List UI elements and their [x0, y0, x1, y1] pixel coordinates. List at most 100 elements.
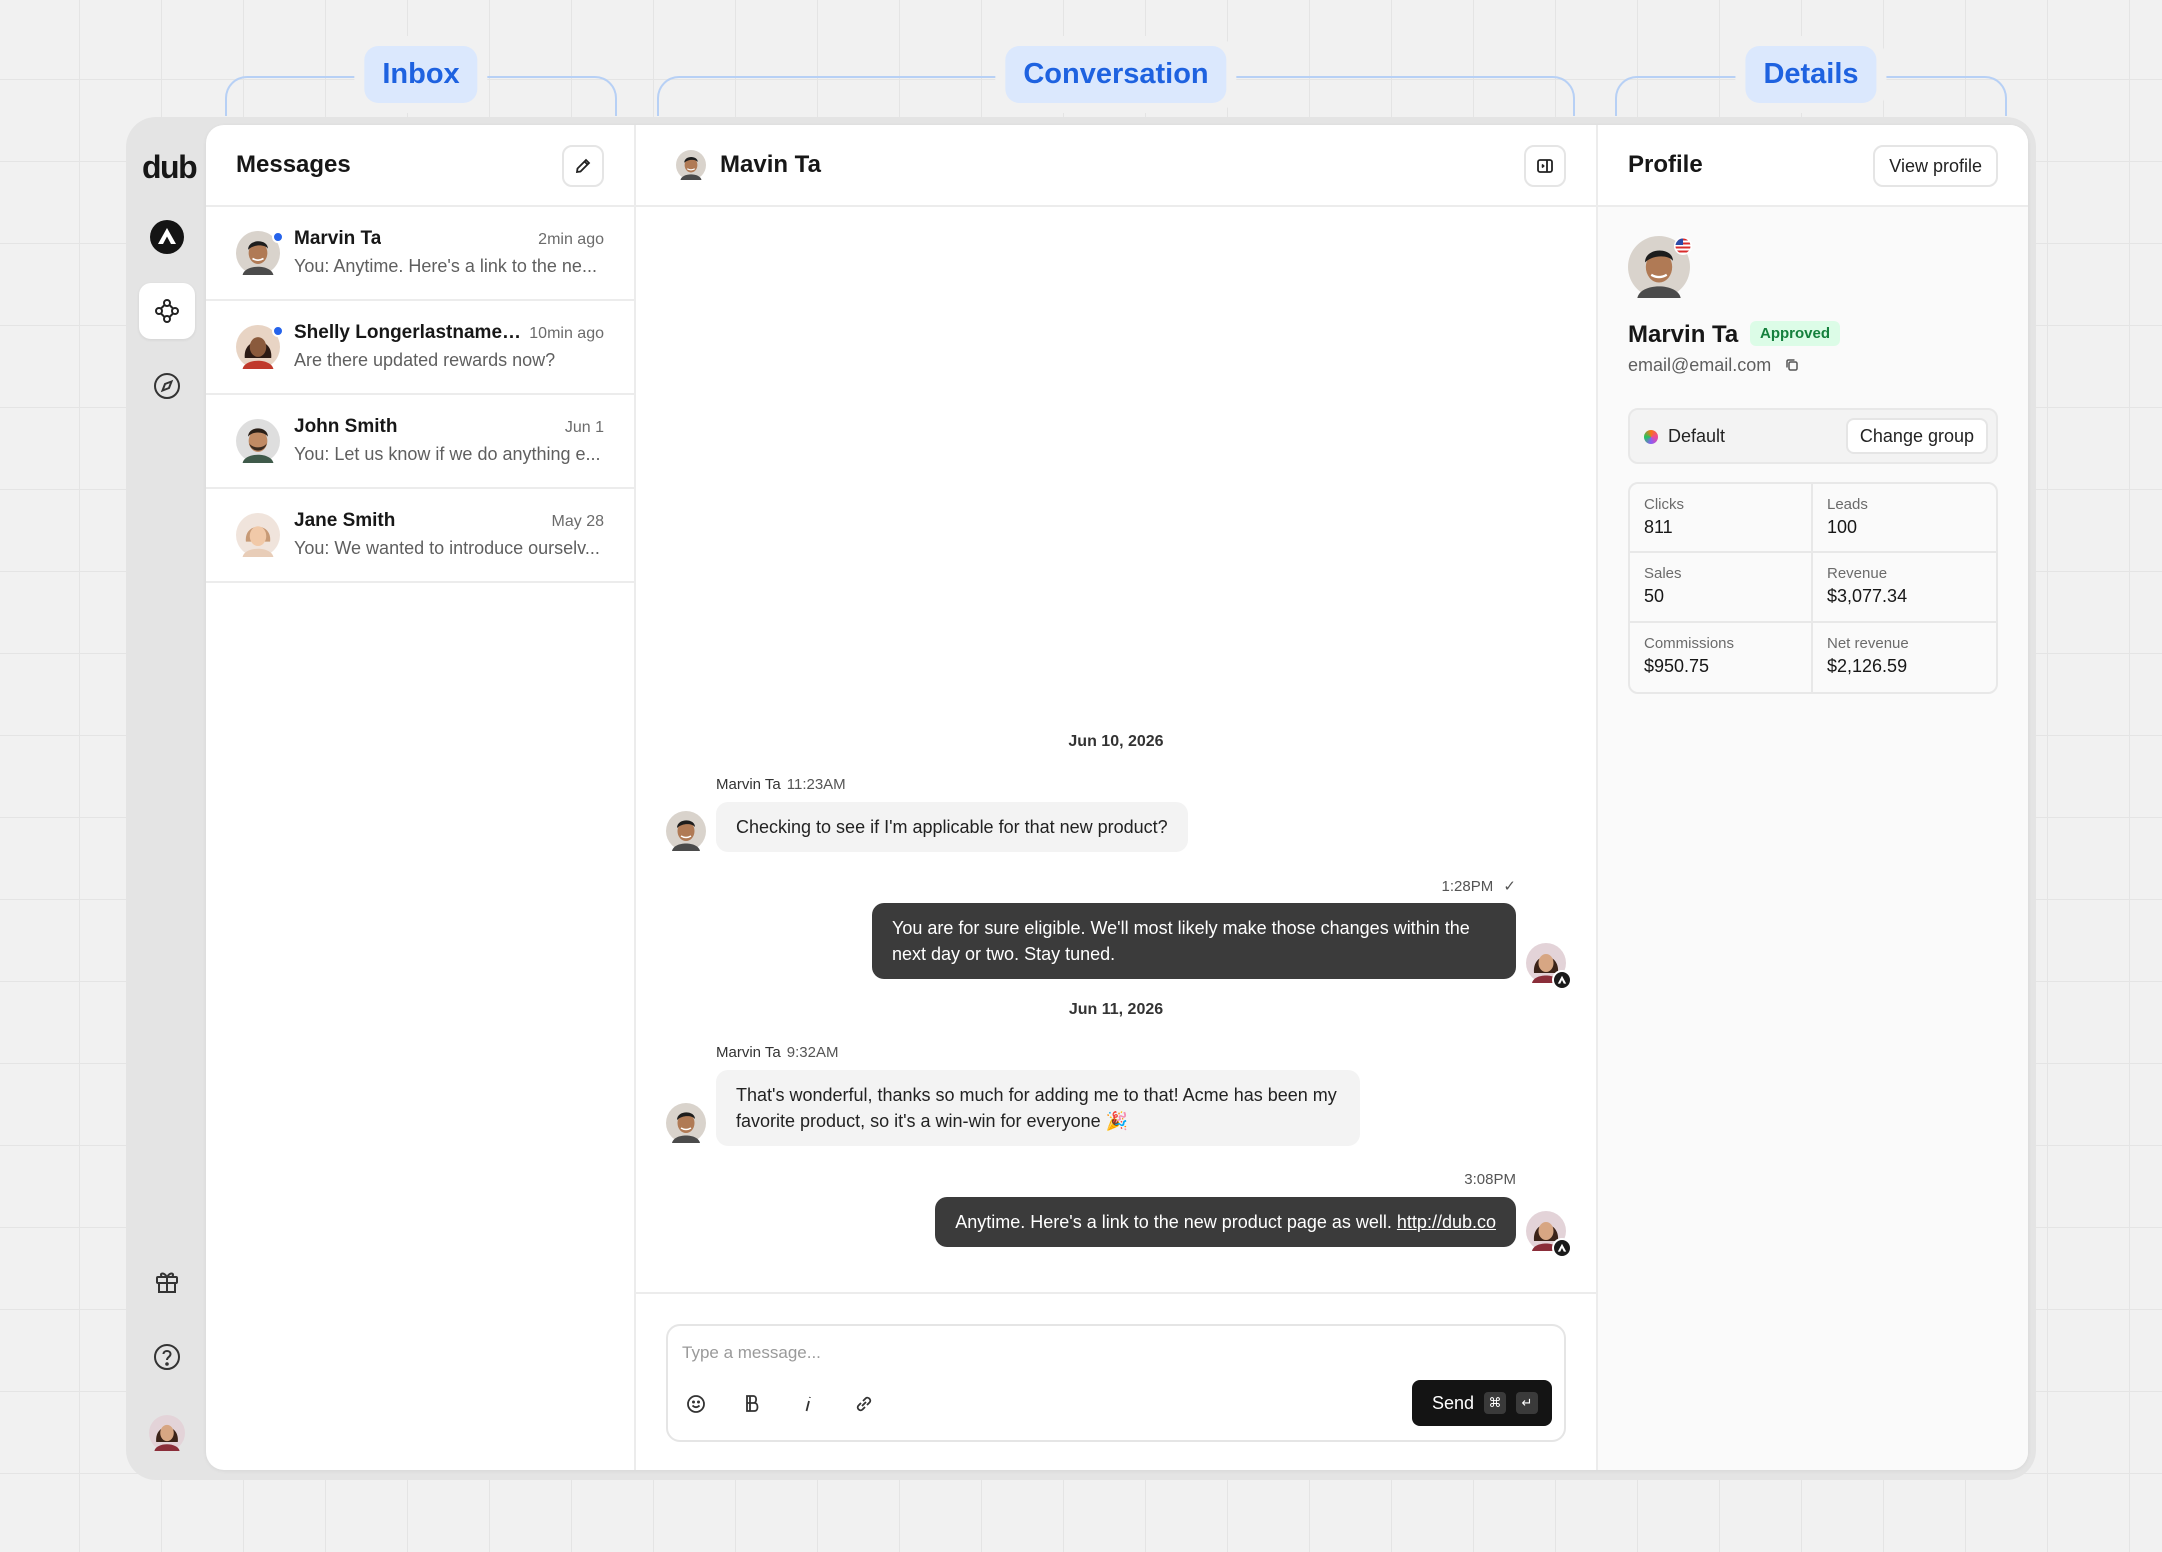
- stat-value: 100: [1827, 517, 1858, 537]
- inbox-title: Messages: [236, 151, 351, 178]
- stats-grid: Clicks 811 Leads 100 Sales 50 Revenue $3,077…: [1628, 482, 1998, 694]
- profile-email: email@email.com: [1628, 355, 1800, 376]
- stat-clicks: Clicks 811: [1630, 484, 1813, 554]
- contact-avatar: [236, 513, 280, 557]
- pencil-icon: [575, 158, 591, 174]
- group-name: Default: [1668, 426, 1726, 446]
- italic-icon[interactable]: [790, 1386, 826, 1422]
- conversation-item[interactable]: John Smith Jun 1 You: Let us know if we …: [206, 395, 634, 489]
- inbox-column: Messages Marvin Ta 2min ago You: Anytime…: [206, 125, 636, 1470]
- conversation-preview: You: Let us know if we do anything e...: [294, 444, 601, 464]
- profile-email-text: email@email.com: [1628, 355, 1772, 375]
- compass-icon[interactable]: [139, 358, 195, 414]
- incoming-message: That's wonderful, thanks so much for add…: [716, 1070, 1360, 1146]
- unread-dot: [272, 231, 284, 243]
- message-sender: Marvin Ta: [716, 776, 781, 793]
- message-time: 1:28PM: [1441, 878, 1494, 895]
- conversation-preview: You: Anytime. Here's a link to the ne...: [294, 256, 597, 276]
- toggle-details-button[interactable]: [1524, 145, 1566, 187]
- stat-sales: Sales 50: [1630, 553, 1813, 623]
- stat-label: Revenue: [1827, 565, 1888, 583]
- contact-name: Shelly Longerlastnamelik...: [294, 322, 524, 343]
- stat-value: $950.75: [1644, 655, 1710, 676]
- date-separator: Jun 11, 2026: [1068, 1001, 1164, 1018]
- conversation-header: Mavin Ta: [636, 125, 1596, 207]
- conversation-avatar: [676, 150, 706, 180]
- message-input[interactable]: [682, 1338, 1282, 1368]
- message-time: 3:08PM: [1464, 1171, 1516, 1188]
- contact-avatar: [236, 419, 280, 463]
- link-icon[interactable]: [846, 1386, 882, 1422]
- conversation-time: Jun 1: [564, 419, 604, 436]
- group-selector: Default Change group: [1628, 408, 1998, 464]
- view-profile-button[interactable]: View profile: [1873, 145, 1998, 187]
- send-button[interactable]: Send ⌘ ↵: [1411, 1380, 1552, 1426]
- contact-name: Jane Smith: [294, 510, 396, 531]
- inbox-annotation: Inbox: [225, 46, 617, 116]
- change-group-button[interactable]: Change group: [1845, 418, 1988, 454]
- message-time: 11:23AM: [786, 776, 846, 793]
- details-annotation: Details: [1615, 46, 2007, 116]
- partners-network-icon[interactable]: [139, 283, 195, 339]
- contact-name: Marvin Ta: [294, 228, 382, 249]
- message-meta: 1:28PM ✓: [1442, 877, 1516, 895]
- bold-icon[interactable]: [734, 1386, 770, 1422]
- outgoing-message: You are for sure eligible. We'll most li…: [872, 903, 1516, 979]
- stat-value: $2,126.59: [1827, 655, 1908, 676]
- help-icon[interactable]: [139, 1329, 195, 1385]
- conversation-item[interactable]: Jane Smith May 28 You: We wanted to intr…: [206, 489, 634, 583]
- app-window: dub Messages Marvin Ta 2min ago You: Any…: [126, 117, 2036, 1480]
- status-badge: Approved: [1750, 321, 1841, 346]
- group-color-icon: [1644, 430, 1658, 444]
- stat-commissions: Commissions $950.75: [1630, 622, 1813, 692]
- sender-avatar: [666, 1103, 706, 1143]
- workspace-icon[interactable]: [139, 209, 195, 265]
- acme-badge-icon: [1552, 970, 1572, 990]
- conversation-column: Mavin Ta Jun 10, 2026 Marvin Ta 11:23AM C…: [636, 125, 1598, 1470]
- conversation-time: 10min ago: [529, 325, 604, 342]
- command-key-icon: ⌘: [1484, 1392, 1506, 1414]
- outgoing-message-text: Anytime. Here's a link to the new produc…: [955, 1212, 1392, 1232]
- stat-value: 811: [1644, 517, 1673, 537]
- emoji-icon[interactable]: [678, 1386, 714, 1422]
- inbox-header: Messages: [206, 125, 634, 207]
- details-annotation-label: Details: [1745, 46, 1877, 103]
- sidebar-panel-icon: [1537, 159, 1553, 173]
- enter-key-icon: ↵: [1516, 1392, 1538, 1414]
- inbox-annotation-label: Inbox: [364, 46, 478, 103]
- send-label: Send: [1431, 1392, 1474, 1413]
- dub-logo[interactable]: dub: [142, 149, 198, 186]
- conversation-time: 2min ago: [538, 231, 604, 248]
- stat-label: Leads: [1827, 496, 1868, 513]
- conversation-item[interactable]: Shelly Longerlastnamelik... 10min ago Ar…: [206, 301, 634, 395]
- compose-button[interactable]: [562, 145, 604, 187]
- stat-revenue: Revenue $3,077.34: [1813, 553, 1996, 623]
- incoming-message: Checking to see if I'm applicable for th…: [716, 802, 1188, 852]
- conversation-time: May 28: [551, 513, 604, 530]
- sidebar-rail: dub: [126, 117, 206, 1480]
- user-avatar[interactable]: [139, 1405, 195, 1461]
- details-header: Profile View profile: [1598, 125, 2028, 207]
- conversation-annotation-label: Conversation: [1005, 46, 1227, 103]
- stat-leads: Leads 100: [1813, 484, 1996, 554]
- profile-name: Marvin Ta: [1628, 321, 1739, 348]
- outgoing-message: Anytime. Here's a link to the new produc…: [935, 1197, 1516, 1247]
- gift-icon[interactable]: [139, 1253, 195, 1309]
- conversation-preview: You: We wanted to introduce ourselv...: [294, 538, 600, 558]
- conversation-item[interactable]: Marvin Ta 2min ago You: Anytime. Here's …: [206, 207, 634, 301]
- main-panel: Messages Marvin Ta 2min ago You: Anytime…: [206, 125, 2028, 1470]
- stat-value: 50: [1644, 586, 1665, 607]
- stat-label: Clicks: [1644, 496, 1684, 513]
- copy-icon[interactable]: [1784, 357, 1800, 373]
- message-link[interactable]: http://dub.co: [1397, 1212, 1496, 1232]
- unread-dot: [272, 325, 284, 337]
- sender-avatar: [666, 811, 706, 851]
- date-separator: Jun 10, 2026: [1068, 733, 1164, 750]
- stat-label: Net revenue: [1827, 634, 1909, 652]
- message-sender: Marvin Ta: [716, 1044, 781, 1061]
- conversation-title: Mavin Ta: [720, 151, 821, 178]
- stat-label: Sales: [1644, 565, 1682, 583]
- message-meta: 3:08PM: [1464, 1171, 1516, 1188]
- conversation-annotation: Conversation: [657, 46, 1575, 116]
- details-title: Profile: [1628, 151, 1703, 178]
